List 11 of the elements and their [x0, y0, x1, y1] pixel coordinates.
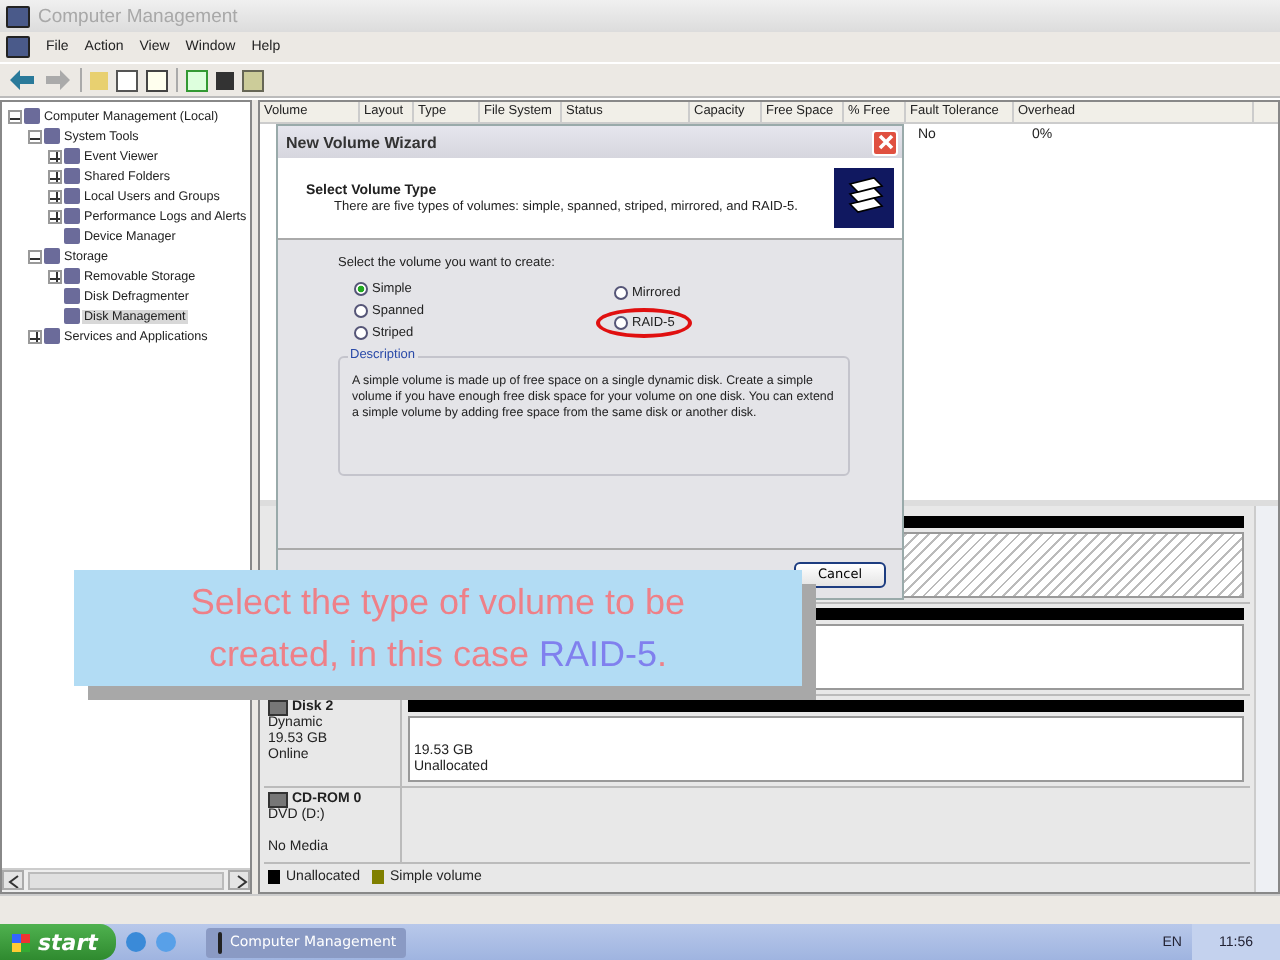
scroll-left-icon[interactable]	[2, 870, 24, 890]
scroll-right-icon[interactable]	[228, 870, 250, 890]
horizontal-scrollbar[interactable]	[2, 868, 250, 892]
caption-text: Select the type of volume to be created, in this case RAID-5.	[188, 580, 688, 678]
dialog-title: New Volume Wizard	[286, 133, 437, 151]
back-arrow-icon[interactable]	[8, 68, 36, 92]
close-button[interactable]	[872, 129, 898, 155]
vertical-scrollbar[interactable]	[1254, 506, 1278, 892]
stacked-disks-icon	[834, 168, 894, 228]
windows-flag-icon	[12, 933, 30, 951]
window-title: Computer Management	[38, 5, 238, 27]
